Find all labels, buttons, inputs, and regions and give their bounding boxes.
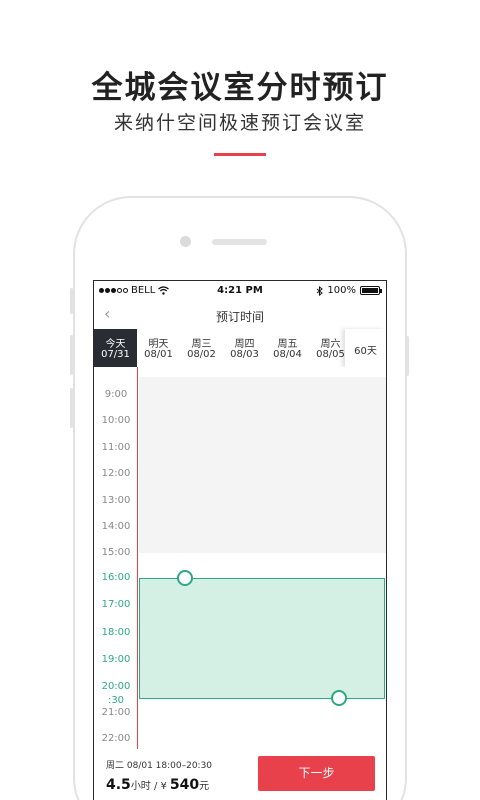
time-label: 9:00 bbox=[104, 389, 128, 400]
page-title: 预订时间 bbox=[215, 310, 264, 324]
booking-price: 540 bbox=[169, 777, 200, 793]
date-tab-wednesday[interactable]: 周三 08/02 bbox=[180, 329, 223, 367]
time-label: 17:00 bbox=[101, 599, 131, 610]
hours-unit: 小时 bbox=[130, 781, 151, 792]
booking-summary: 周二 08/01 18:00–20:30 bbox=[106, 761, 213, 771]
date-selector: 今天 07/31 明天 08/01 周三 08/02 周四 08/03 周五 0… bbox=[94, 329, 386, 367]
currency-symbol: ¥ bbox=[160, 781, 167, 792]
promo-title: 全城会议室分时预订 bbox=[91, 70, 389, 106]
nav-bar: ‹ 预订时间 bbox=[94, 301, 386, 329]
app-screen: BELL 4:21 PM 100% ‹ 预订时间 今天 07/31 明天 08/… bbox=[93, 280, 387, 800]
time-label: :30 bbox=[107, 695, 125, 706]
booking-price-row: 4.5 小时 / ¥ 540 元 bbox=[106, 777, 209, 793]
phone-volume-down bbox=[70, 388, 73, 428]
date-tab-date: 08/01 bbox=[144, 349, 173, 360]
phone-camera bbox=[180, 236, 191, 247]
date-tab-day: 周四 bbox=[234, 339, 255, 350]
date-tab-today[interactable]: 今天 07/31 bbox=[94, 329, 137, 367]
date-tab-date: 08/02 bbox=[187, 349, 216, 360]
time-label: 12:00 bbox=[101, 468, 131, 479]
phone-speaker bbox=[212, 239, 267, 245]
price-separator: / bbox=[150, 781, 161, 792]
time-label: 11:00 bbox=[101, 442, 131, 453]
time-label: 10:00 bbox=[101, 415, 131, 426]
selected-time-range[interactable] bbox=[139, 578, 385, 699]
time-label: 20:00 bbox=[101, 681, 131, 692]
range-start-handle[interactable] bbox=[177, 570, 193, 586]
time-label: 21:00 bbox=[101, 707, 131, 718]
bluetooth-icon bbox=[317, 285, 324, 296]
time-label: 18:00 bbox=[101, 627, 131, 638]
phone-mute-switch bbox=[70, 288, 73, 314]
time-label: 13:00 bbox=[101, 495, 131, 506]
next-step-button[interactable]: 下一步 bbox=[258, 756, 375, 791]
unavailable-slots bbox=[139, 377, 386, 553]
time-label: 22:00 bbox=[101, 733, 131, 744]
phone-power-button bbox=[406, 336, 409, 376]
phone-volume-up bbox=[70, 335, 73, 375]
status-right: 100% bbox=[316, 285, 382, 296]
time-label: 16:00 bbox=[101, 572, 131, 583]
date-tab-date: 08/03 bbox=[230, 349, 259, 360]
time-label: 14:00 bbox=[101, 521, 131, 532]
range-end-handle[interactable] bbox=[331, 690, 347, 706]
more-days-button[interactable]: 60天 bbox=[345, 329, 386, 367]
booking-hours: 4.5 bbox=[106, 777, 131, 793]
date-tab-tomorrow[interactable]: 明天 08/01 bbox=[137, 329, 180, 367]
time-label: 19:00 bbox=[101, 654, 131, 665]
date-tab-day: 周三 bbox=[191, 339, 212, 350]
date-tab-friday[interactable]: 周五 08/04 bbox=[266, 329, 309, 367]
date-tab-day: 今天 bbox=[105, 339, 126, 350]
date-tab-day: 明天 bbox=[148, 339, 169, 350]
booking-footer: 周二 08/01 18:00–20:30 4.5 小时 / ¥ 540 元 下一… bbox=[94, 749, 386, 800]
status-bar: BELL 4:21 PM 100% bbox=[94, 281, 386, 301]
promo-divider bbox=[214, 153, 266, 156]
date-tab-thursday[interactable]: 周四 08/03 bbox=[223, 329, 266, 367]
date-tab-date: 07/31 bbox=[101, 349, 130, 360]
battery-percent: 100% bbox=[327, 285, 356, 296]
promo-subtitle: 来纳什空间极速预订会议室 bbox=[113, 112, 366, 134]
date-tab-date: 08/04 bbox=[273, 349, 302, 360]
price-unit: 元 bbox=[199, 781, 210, 792]
battery-icon bbox=[360, 286, 382, 295]
date-tab-day: 周五 bbox=[277, 339, 298, 350]
timeline[interactable]: 9:00 10:00 11:00 12:00 13:00 14:00 15:00… bbox=[94, 367, 386, 749]
time-label: 15:00 bbox=[101, 547, 131, 558]
